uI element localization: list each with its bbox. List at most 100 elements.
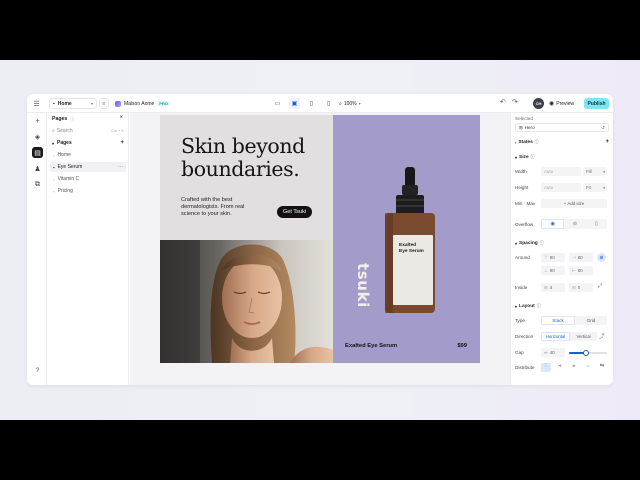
size-section-header[interactable]: ▾ Size ⓘ (515, 155, 534, 160)
site-name: Maison Aome (124, 100, 155, 107)
add-page-icon[interactable]: + (120, 140, 124, 146)
padding-top-input[interactable]: ⊤ 80 (541, 253, 565, 262)
padding-left-input[interactable]: ⊢ 80 (569, 266, 593, 275)
distribute-between-icon[interactable]: ⇔ (583, 363, 593, 372)
distribute-around-icon[interactable]: ⇆ (597, 363, 607, 372)
overflow-segmented-control: ◉ ⊘ ▯ (541, 219, 607, 229)
direction-horizontal-option[interactable]: Horizontal (541, 332, 570, 341)
selected-element[interactable]: ⊞ Hero ↺ (515, 123, 609, 132)
page-icon: ▫ (53, 188, 55, 194)
page-item-eye-serum[interactable]: ▪ Eye Serum ··· (50, 162, 126, 172)
product-block[interactable]: tsuki Exalted Eye Serum Exalted Eye Seru… (333, 115, 480, 363)
add-icon[interactable]: + (32, 116, 43, 127)
headline-line-1: Skin beyond (181, 134, 305, 158)
portrait-illustration (160, 240, 333, 363)
inside-y-value: 0 (577, 285, 581, 290)
direction-vertical-option[interactable]: Vertical (570, 332, 597, 341)
publish-button[interactable]: Publish (584, 98, 609, 109)
tablet-view-button[interactable]: ▯ (306, 98, 317, 109)
laptop-icon: ▣ (291, 101, 298, 107)
width-mode-select[interactable]: Fill ▾ (583, 167, 607, 176)
distribute-start-icon[interactable]: ⫶ (541, 363, 551, 372)
laptop-view-button[interactable]: ▣ (289, 98, 300, 109)
height-input[interactable]: Auto (541, 183, 581, 192)
link-padding-icon[interactable]: ⊕ (597, 253, 606, 262)
states-section-header[interactable]: › States ⓘ + (515, 139, 609, 145)
padding-right-input[interactable]: ⊣ 80 (569, 253, 593, 262)
page-item-label: Pricing (57, 188, 73, 194)
inside-x-input[interactable]: ⊞ 4 (541, 283, 565, 292)
chevron-down-icon: ▾ (358, 101, 361, 106)
product-name[interactable]: Exalted Eye Serum (345, 343, 397, 349)
undo-icon[interactable]: ↶ (500, 98, 506, 106)
distribute-center-icon[interactable]: ⫷ (555, 363, 565, 372)
search-shortcut: Ctrl + K (111, 128, 124, 133)
mobile-view-button[interactable]: ▯ (323, 98, 334, 109)
menu-icon[interactable]: ☰ (32, 99, 41, 108)
site-logo-icon (115, 100, 121, 107)
help-icon[interactable]: ? (32, 365, 43, 376)
reset-icon[interactable]: ↺ (601, 125, 605, 131)
overflow-visible-option[interactable]: ◉ (541, 219, 565, 229)
overflow-scroll-option[interactable]: ▯ (586, 219, 607, 229)
hero-section[interactable]: Skin beyond boundaries. Crafted with the… (160, 115, 480, 363)
add-size-button[interactable]: + Add size (541, 199, 607, 208)
add-state-icon[interactable]: + (605, 139, 609, 145)
width-input[interactable]: Auto (541, 167, 581, 176)
components-icon[interactable]: ♟ (32, 163, 43, 174)
spacing-section-header[interactable]: ▾ Spacing ⓘ (515, 241, 543, 246)
page-selector[interactable]: ▪ Home ▾ (49, 98, 97, 109)
more-icon[interactable]: ··· (118, 164, 123, 170)
page-selector-label: Home (57, 100, 72, 107)
desktop-view-button[interactable]: ▭ (272, 98, 283, 109)
gap-slider-knob[interactable] (583, 350, 590, 356)
type-grid-option[interactable]: Grid (575, 316, 607, 325)
height-mode-select[interactable]: Fit ▾ (583, 183, 607, 192)
chevron-right-icon: › (515, 139, 517, 145)
hero-subtext[interactable]: Crafted with the best dermatologists. Fr… (181, 197, 259, 219)
avatar[interactable]: CH (533, 98, 544, 109)
expand-icon[interactable]: ⤢ (598, 283, 602, 289)
pages-icon[interactable]: ▤ (32, 147, 43, 158)
info-icon: ⓘ (534, 139, 539, 144)
close-icon[interactable]: × (119, 115, 123, 121)
layers-icon[interactable]: ◈ (32, 131, 43, 142)
pages-group-header[interactable]: ▾ Pages + (52, 140, 124, 146)
hero-text-block[interactable]: Skin beyond boundaries. Crafted with the… (160, 115, 333, 240)
preview-button[interactable]: ◉ Preview (549, 98, 574, 109)
minmax-label: Min · Max (515, 201, 536, 206)
page-item-home[interactable]: ▫ Home (50, 150, 126, 160)
get-tsuki-button[interactable]: Get Tsuki (277, 206, 312, 218)
zoom-control[interactable]: ⌕ 100% ▾ (339, 98, 361, 109)
tablet-icon: ▯ (309, 101, 314, 107)
hero-headline[interactable]: Skin beyond boundaries. (181, 135, 305, 181)
scroll-icon: ▯ (594, 221, 598, 227)
layout-section-header[interactable]: ▾ Layout ⓘ (515, 304, 541, 309)
padding-bottom-input[interactable]: ⊥ 80 (541, 266, 565, 275)
product-price[interactable]: $99 (457, 343, 467, 349)
search-input[interactable]: ⌕ Search Ctrl + K (52, 126, 124, 135)
wrap-icon[interactable]: ⤴ (599, 332, 605, 340)
tool-rail: + ◈ ▤ ♟ ⧉ ? (27, 113, 47, 385)
assets-icon[interactable]: ⧉ (32, 179, 43, 190)
chevron-down-icon: ▾ (90, 101, 93, 106)
gap-slider[interactable] (569, 350, 607, 356)
states-label: States (518, 139, 533, 145)
page-settings-button[interactable]: ≡ (99, 98, 109, 109)
site-switcher[interactable]: Maison Aome PRO (115, 98, 170, 109)
bottle-brand-text: tsuki (354, 263, 372, 308)
padding-left-value: 80 (577, 268, 583, 273)
inside-label: Inside (515, 285, 528, 290)
distribute-end-icon[interactable]: ⫸ (569, 363, 579, 372)
redo-icon[interactable]: ↷ (512, 98, 518, 106)
inside-y-input[interactable]: ⊟ 0 (569, 283, 593, 292)
overflow-hidden-option[interactable]: ⊘ (564, 219, 585, 229)
gap-input[interactable]: ⇹ 40 (541, 348, 565, 357)
bottle-label-line-2: Eye Serum (399, 248, 424, 254)
type-stack-option[interactable]: Stack (541, 316, 575, 325)
selected-title: Selected (515, 116, 533, 121)
canvas[interactable]: Skin beyond boundaries. Crafted with the… (130, 113, 510, 385)
page-item-pricing[interactable]: ▫ Pricing (50, 186, 126, 196)
page-item-vitamin-c[interactable]: ▫ Vitamin C (50, 174, 126, 184)
height-mode-value: Fit (586, 185, 591, 190)
